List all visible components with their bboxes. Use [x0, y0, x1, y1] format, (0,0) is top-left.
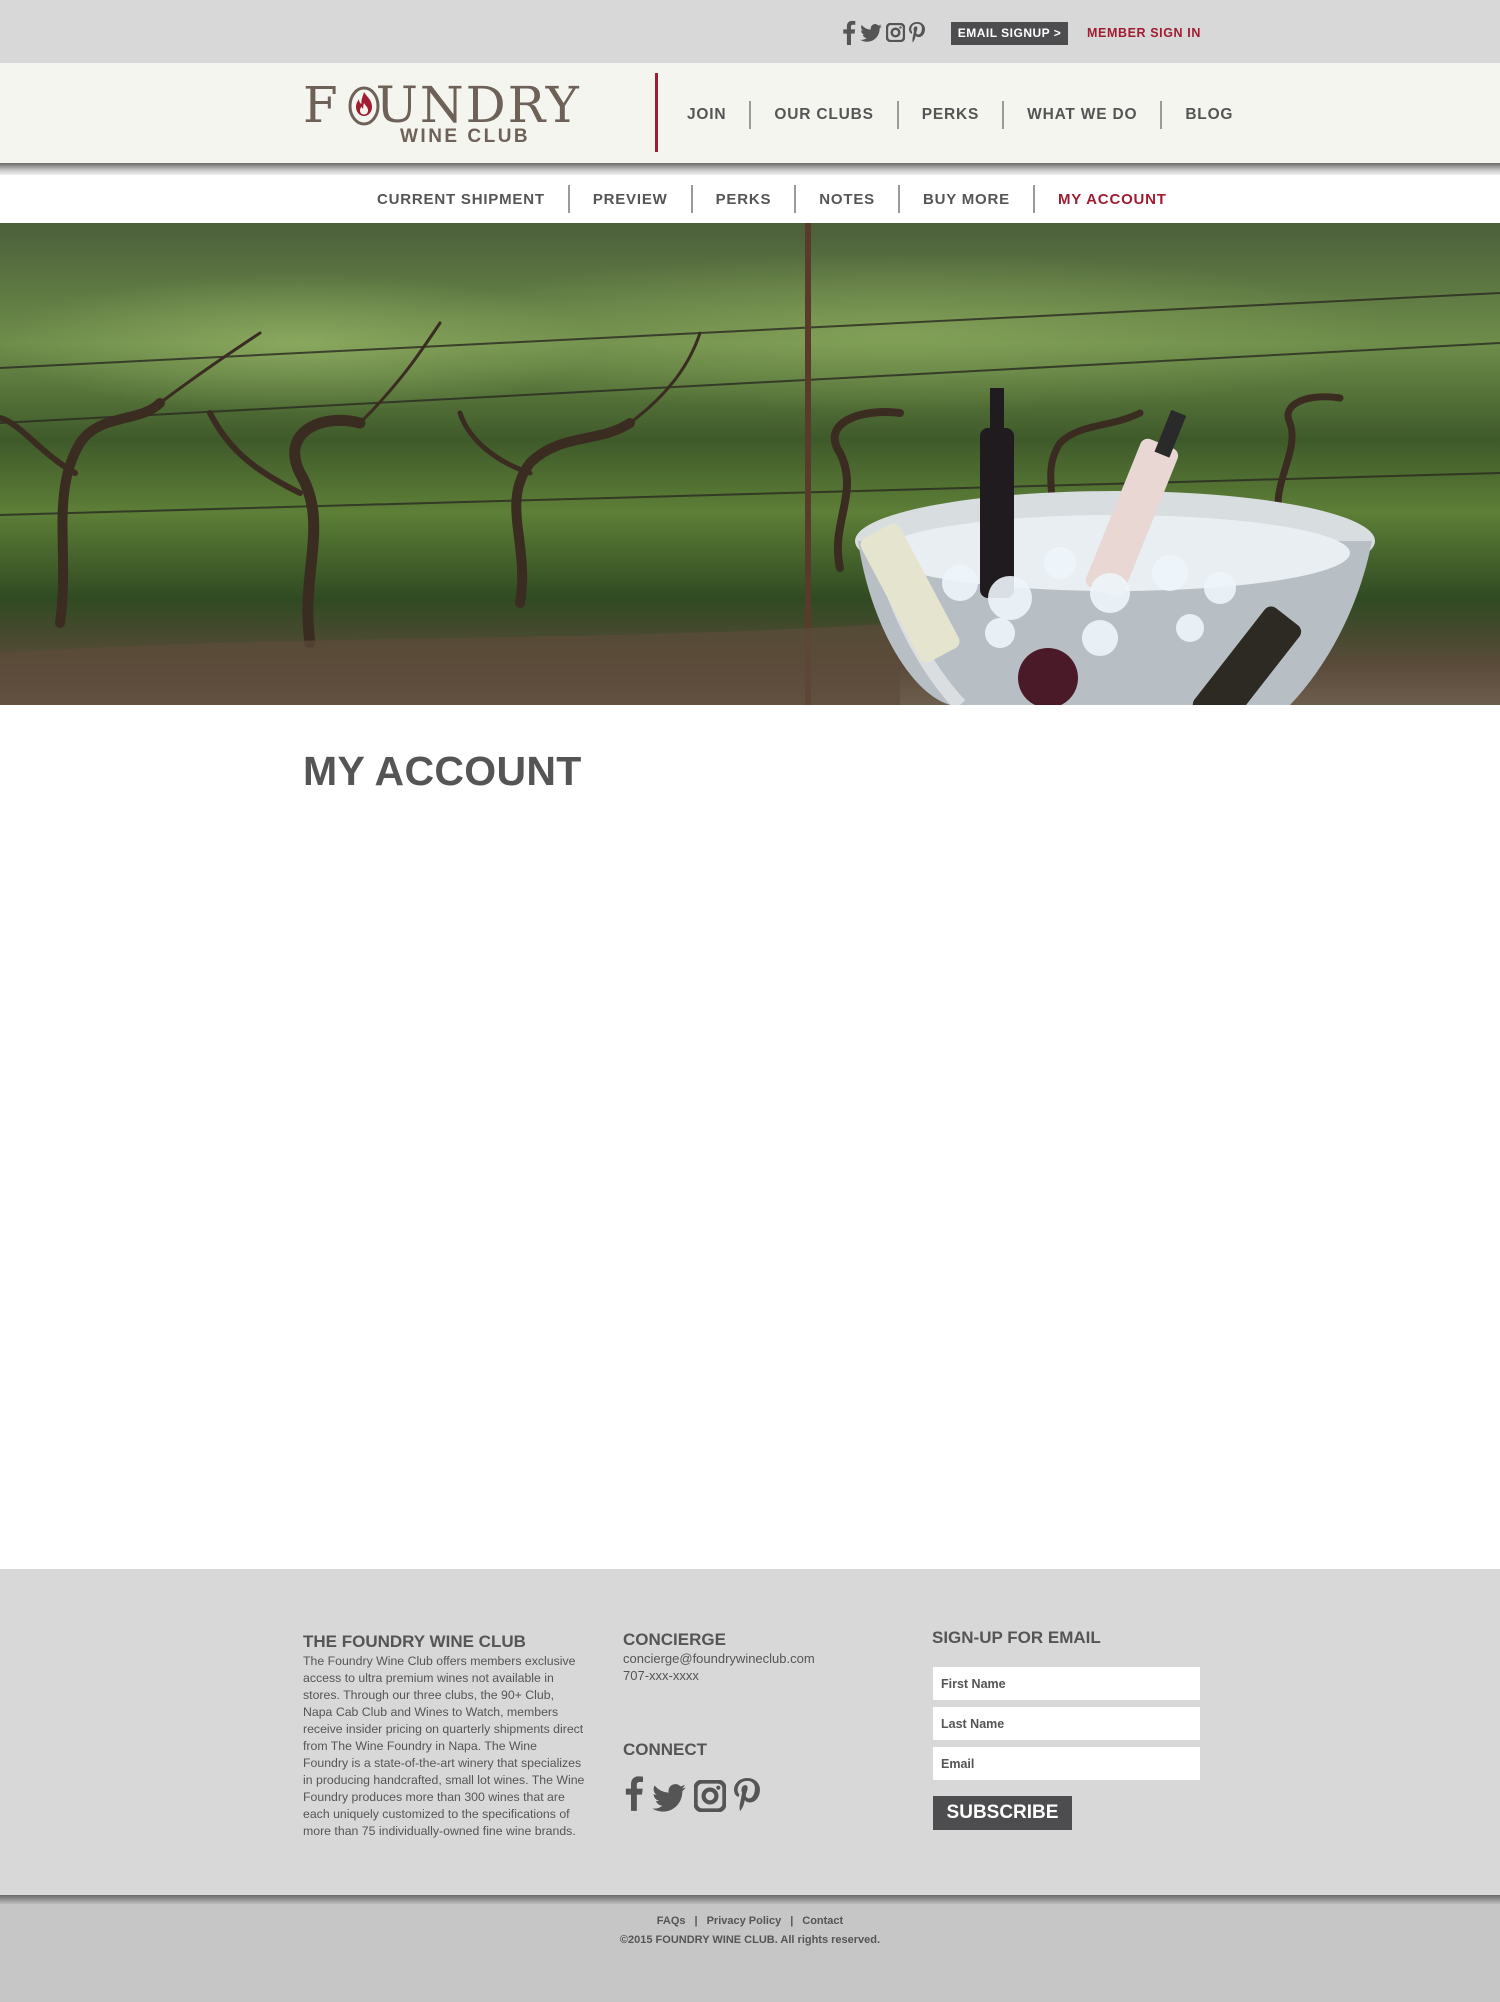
main-navigation: JOIN OUR CLUBS PERKS WHAT WE DO BLOG: [664, 100, 1256, 130]
copyright-text: ©2015 FOUNDRY WINE CLUB. All rights rese…: [619, 1934, 881, 1946]
nav-join[interactable]: JOIN: [664, 106, 749, 124]
facebook-icon[interactable]: [624, 1774, 644, 1812]
nav-our-clubs[interactable]: OUR CLUBS: [751, 106, 896, 124]
footer-signup-title: SIGN-UP FOR EMAIL: [932, 1628, 1101, 1647]
legal-links: FAQs | Privacy Policy | Contact: [0, 1915, 1500, 1927]
last-name-input[interactable]: [933, 1707, 1200, 1740]
footer-concierge-title: CONCIERGE: [623, 1630, 726, 1649]
footer-about-text: The Foundry Wine Club offers members exc…: [303, 1654, 585, 1838]
concierge-phone: 707-xxx-xxxx: [623, 1668, 699, 1683]
email-input[interactable]: [933, 1747, 1200, 1780]
nav-what-we-do[interactable]: WHAT WE DO: [1004, 106, 1160, 124]
member-subnav: CURRENT SHIPMENT PREVIEW PERKS NOTES BUY…: [0, 175, 1500, 223]
contact-link[interactable]: Contact: [802, 1915, 843, 1927]
subnav-preview[interactable]: PREVIEW: [570, 191, 691, 208]
hero-vineyard-image: [0, 223, 1500, 705]
nav-blog[interactable]: BLOG: [1162, 106, 1256, 124]
subnav-buy-more[interactable]: BUY MORE: [900, 191, 1033, 208]
concierge-email-link[interactable]: concierge@foundrywineclub.com: [623, 1650, 815, 1667]
logo-divider: [655, 73, 658, 152]
privacy-policy-link[interactable]: Privacy Policy: [707, 1915, 782, 1927]
legal-separator: |: [790, 1915, 794, 1927]
instagram-icon[interactable]: [886, 23, 905, 42]
legal-separator: |: [694, 1915, 698, 1927]
wine-bucket: [855, 388, 1375, 705]
top-bar: [0, 0, 1500, 63]
vineyard-illustration: [0, 223, 1500, 705]
foundry-wine-club-logo[interactable]: F UNDRY WINE CLUB: [303, 80, 635, 150]
logo-wordmark: F UNDRY: [303, 76, 581, 134]
subnav-my-account[interactable]: MY ACCOUNT: [1035, 191, 1190, 208]
subscribe-button[interactable]: SUBSCRIBE: [933, 1796, 1072, 1830]
site-footer: [0, 1569, 1500, 1895]
flame-icon: [347, 85, 381, 127]
subnav-perks[interactable]: PERKS: [693, 191, 795, 208]
pinterest-icon[interactable]: [909, 22, 925, 43]
page-title: MY ACCOUNT: [303, 748, 582, 794]
email-signup-button[interactable]: EMAIL SIGNUP >: [951, 22, 1068, 45]
facebook-icon[interactable]: [842, 20, 856, 45]
top-social-links: [842, 20, 925, 45]
footer-social-links: [624, 1774, 760, 1812]
first-name-input[interactable]: [933, 1667, 1200, 1700]
header-shadow: [0, 163, 1500, 175]
logo-subtitle: WINE CLUB: [400, 126, 531, 147]
instagram-icon[interactable]: [694, 1780, 726, 1812]
faqs-link[interactable]: FAQs: [657, 1915, 686, 1927]
twitter-icon[interactable]: [860, 23, 882, 42]
subnav-current-shipment[interactable]: CURRENT SHIPMENT: [354, 191, 568, 208]
twitter-icon[interactable]: [652, 1784, 686, 1812]
footer-about-title: THE FOUNDRY WINE CLUB: [303, 1632, 526, 1651]
nav-perks[interactable]: PERKS: [899, 106, 1002, 124]
footer-shadow: [0, 1895, 1500, 1904]
subnav-notes[interactable]: NOTES: [796, 191, 898, 208]
member-sign-in-link[interactable]: MEMBER SIGN IN: [1087, 22, 1201, 45]
footer-connect-title: CONNECT: [623, 1740, 708, 1759]
pinterest-icon[interactable]: [734, 1778, 760, 1812]
